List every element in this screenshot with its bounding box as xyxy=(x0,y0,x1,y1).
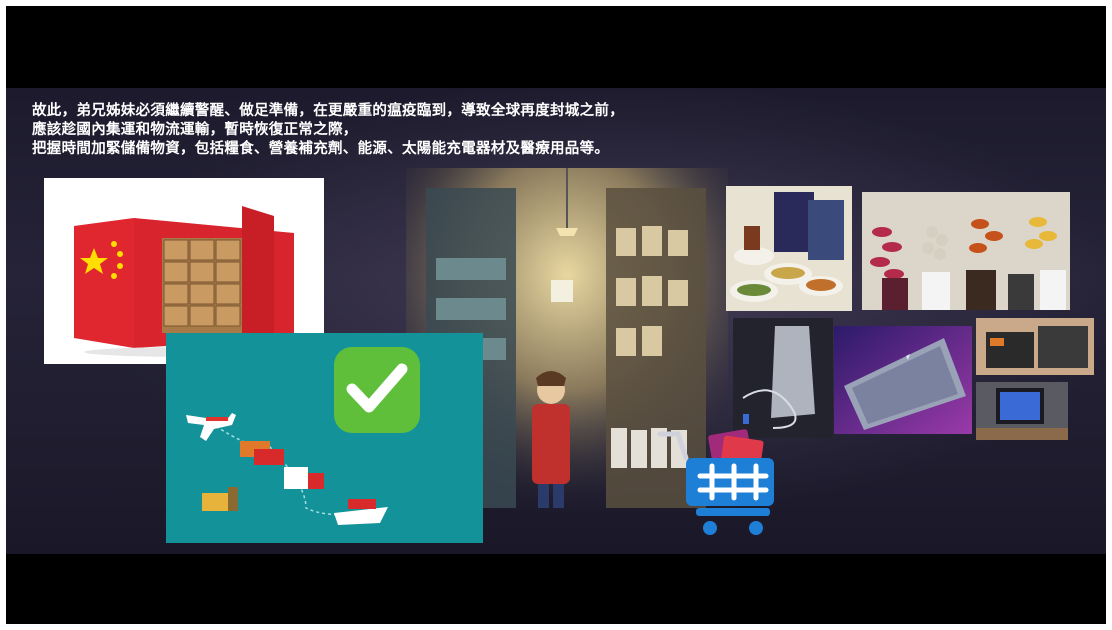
food-image xyxy=(726,186,852,311)
video-frame: 故此，弟兄姊妹必須繼續警醒、做足準備，在更嚴重的瘟疫臨到，導致全球再度封城之前，… xyxy=(6,6,1106,624)
laptop-image xyxy=(834,326,972,434)
caption-line-3: 把握時間加緊儲備物資，包括糧食、營養補充劑、能源、太陽能充電器材及醫療用品等。 xyxy=(32,141,610,157)
logistics-panel xyxy=(166,333,483,543)
water-bag-image xyxy=(733,318,833,438)
slide: 故此，弟兄姊妹必須繼續警醒、做足準備，在更嚴重的瘟疫臨到，導致全球再度封城之前，… xyxy=(6,88,1106,554)
power-station-image xyxy=(976,318,1094,375)
caption-line-1: 故此，弟兄姊妹必須繼續警醒、做足準備，在更嚴重的瘟疫臨到，導致全球再度封城之前， xyxy=(32,103,624,119)
tablet-image xyxy=(976,382,1068,440)
shopping-cart-icon xyxy=(656,428,786,548)
caption-line-2: 應該趁國內集運和物流運輸，暫時恢復正常之際， xyxy=(32,122,358,138)
caption-text: 故此，弟兄姊妹必須繼續警醒、做足準備，在更嚴重的瘟疫臨到，導致全球再度封城之前，… xyxy=(32,102,624,159)
supplements-image xyxy=(862,192,1070,310)
